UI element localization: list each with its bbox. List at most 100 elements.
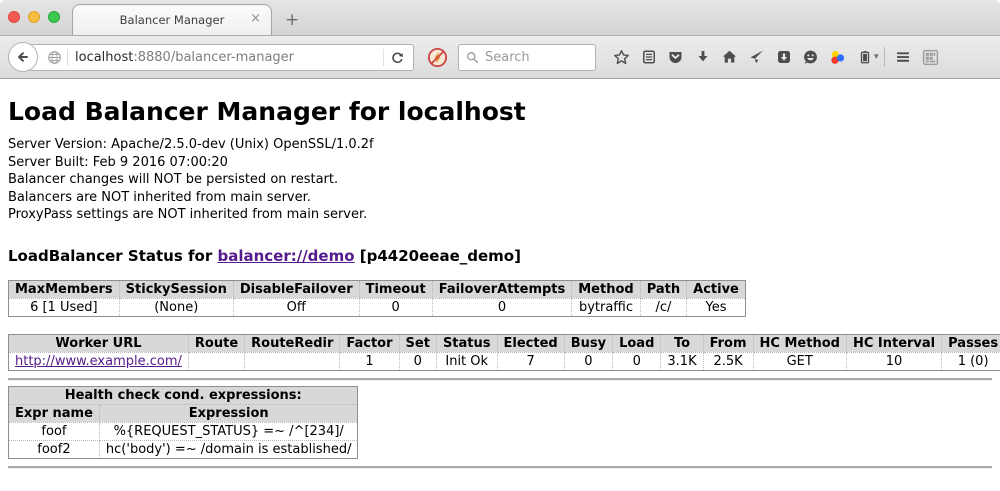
save-video-extension-icon[interactable]	[770, 42, 797, 72]
cell-stickysession: (None)	[119, 298, 233, 316]
tiles-extension-icon[interactable]	[917, 42, 944, 72]
health-check-expressions-table: Health check cond. expressions: Expr nam…	[8, 386, 358, 459]
minimize-window-button[interactable]	[28, 11, 40, 23]
tab-close-icon[interactable]: ×	[250, 12, 261, 25]
cell-route	[188, 352, 244, 370]
col-failoverattempts: FailoverAttempts	[432, 280, 572, 298]
status-heading-prefix: LoadBalancer Status for	[8, 247, 217, 265]
col-elected: Elected	[497, 334, 564, 352]
cell-routeredir	[245, 352, 340, 370]
balancer-summary-table: MaxMembers StickySession DisableFailover…	[8, 280, 746, 317]
cell-status: Init Ok	[436, 352, 497, 370]
table-title-row: Health check cond. expressions:	[9, 386, 358, 404]
navigation-toolbar: localhost:8880/balancer-manager Search	[0, 36, 1000, 79]
col-timeout: Timeout	[359, 280, 432, 298]
col-from: From	[703, 334, 753, 352]
col-stickysession: StickySession	[119, 280, 233, 298]
cell-path: /c/	[640, 298, 686, 316]
reload-button[interactable]	[383, 49, 407, 66]
url-bar[interactable]: localhost:8880/balancer-manager	[22, 44, 414, 71]
col-set: Set	[399, 334, 436, 352]
zoom-window-button[interactable]	[48, 11, 60, 23]
cell-set: 0	[399, 352, 436, 370]
worker-table: Worker URL Route RouteRedir Factor Set S…	[8, 334, 1000, 371]
cell-expr-name: foof2	[9, 440, 100, 458]
table-header-row: MaxMembers StickySession DisableFailover…	[9, 280, 746, 298]
cell-load: 0	[613, 352, 661, 370]
flashblock-extension-button[interactable]	[424, 44, 450, 70]
tab-strip: Balancer Manager × +	[72, 4, 312, 35]
toolbar-separator	[884, 47, 885, 67]
col-load: Load	[613, 334, 661, 352]
col-expr-name: Expr name	[9, 404, 100, 422]
status-heading-suffix: [p4420eeae_demo]	[355, 247, 521, 265]
menu-button[interactable]	[890, 42, 917, 72]
server-built-line: Server Built: Feb 9 2016 07:00:20	[8, 154, 992, 172]
overflow-caret-icon[interactable]: ▾	[874, 52, 879, 62]
table-header-row: Worker URL Route RouteRedir Factor Set S…	[9, 334, 1000, 352]
col-status: Status	[436, 334, 497, 352]
table-row: 6 [1 Used] (None) Off 0 0 bytraffic /c/ …	[9, 298, 746, 316]
page-content: Load Balancer Manager for localhost Serv…	[0, 79, 1000, 490]
col-path: Path	[640, 280, 686, 298]
color-dots-extension-icon[interactable]	[824, 42, 851, 72]
server-version-line: Server Version: Apache/2.5.0-dev (Unix) …	[8, 136, 992, 154]
cell-busy: 0	[564, 352, 612, 370]
cell-expression: hc('body') =~ /domain is established/	[99, 440, 358, 458]
page-title: Load Balancer Manager for localhost	[8, 97, 992, 126]
cell-maxmembers: 6 [1 Used]	[9, 298, 120, 316]
col-route: Route	[188, 334, 244, 352]
tab-balancer-manager[interactable]: Balancer Manager ×	[72, 4, 272, 35]
col-method: Method	[572, 280, 640, 298]
bookmark-star-button[interactable]	[608, 42, 635, 72]
persist-notice-line: Balancer changes will NOT be persisted o…	[8, 171, 992, 189]
cell-hc-method: GET	[753, 352, 846, 370]
home-button[interactable]	[716, 42, 743, 72]
col-hc-method: HC Method	[753, 334, 846, 352]
send-tab-icon[interactable]	[743, 42, 770, 72]
proxypass-notice-line: ProxyPass settings are NOT inherited fro…	[8, 206, 992, 224]
hc-table-title: Health check cond. expressions:	[9, 386, 358, 404]
expr-row: foof2 hc('body') =~ /domain is establish…	[9, 440, 358, 458]
balancer-demo-link[interactable]: balancer://demo	[217, 247, 354, 265]
close-window-button[interactable]	[8, 11, 20, 23]
search-bar[interactable]: Search	[458, 44, 596, 71]
col-worker-url: Worker URL	[9, 334, 189, 352]
new-tab-button[interactable]: +	[272, 4, 312, 35]
toolbar-icons: ▾	[608, 42, 944, 72]
search-icon	[466, 51, 479, 64]
worker-url-link[interactable]: http://www.example.com/	[15, 354, 182, 369]
search-placeholder: Search	[485, 50, 530, 65]
col-expression: Expression	[99, 404, 358, 422]
pocket-button[interactable]	[662, 42, 689, 72]
window-controls	[8, 11, 60, 23]
server-info: Server Version: Apache/2.5.0-dev (Unix) …	[8, 136, 992, 224]
browser-window: Balancer Manager × + localhost:8880/bala…	[0, 0, 1000, 491]
url-path: :8880/balancer-manager	[133, 50, 294, 65]
titlebar: Balancer Manager × +	[0, 0, 1000, 36]
url-host: localhost	[75, 50, 133, 65]
feedback-smiley-icon[interactable]	[797, 42, 824, 72]
cell-failoverattempts: 0	[432, 298, 572, 316]
reading-list-icon[interactable]	[635, 42, 662, 72]
balancers-notice-line: Balancers are NOT inherited from main se…	[8, 189, 992, 207]
cell-disablefailover: Off	[233, 298, 359, 316]
cell-elected: 7	[497, 352, 564, 370]
cell-timeout: 0	[359, 298, 432, 316]
col-to: To	[661, 334, 703, 352]
table-header-row: Expr name Expression	[9, 404, 358, 422]
cell-from: 2.5K	[703, 352, 753, 370]
back-button[interactable]	[8, 42, 38, 72]
loadbalancer-status-heading: LoadBalancer Status for balancer://demo …	[8, 247, 992, 265]
cell-passes: 1 (0)	[942, 352, 1000, 370]
cell-to: 3.1K	[661, 352, 703, 370]
downloads-button[interactable]	[689, 42, 716, 72]
tab-title: Balancer Manager	[120, 13, 225, 27]
col-maxmembers: MaxMembers	[9, 280, 120, 298]
worker-row: http://www.example.com/ 1 0 Init Ok 7 0 …	[9, 352, 1000, 370]
col-passes: Passes	[942, 334, 1000, 352]
url-text[interactable]: localhost:8880/balancer-manager	[75, 50, 383, 65]
cell-active: Yes	[687, 298, 746, 316]
back-arrow-icon	[15, 49, 31, 65]
site-identity-globe-icon[interactable]	[47, 50, 62, 65]
